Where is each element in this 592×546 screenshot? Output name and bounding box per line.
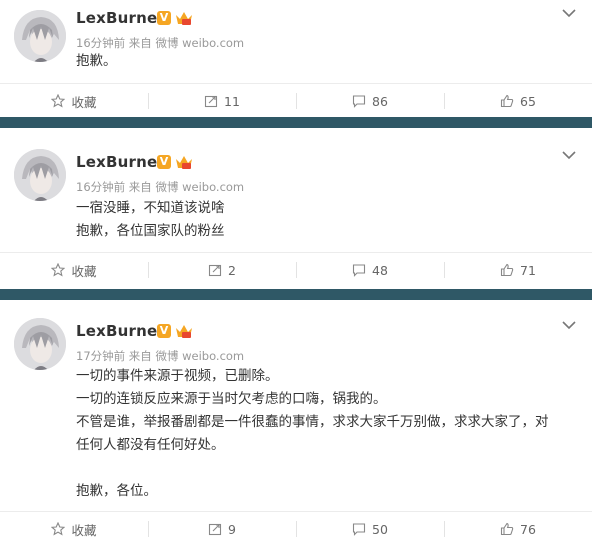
like-button[interactable]: 76 xyxy=(444,512,592,546)
weibo-post-2: LexBurner V 16分钟前 来自 微博 weibo.com 一宿没睡，不… xyxy=(0,128,592,288)
content-line: 任何人都没有任何好处。 xyxy=(76,437,225,453)
chevron-down-icon[interactable] xyxy=(562,8,576,18)
repost-icon xyxy=(204,95,218,108)
verified-v-icon: V xyxy=(157,11,171,25)
post-content: 一切的事件来源于视频，已删除。 一切的连锁反应来源于当时欠考虑的口嗨，锅我的。 … xyxy=(76,365,574,503)
verified-v-icon: V xyxy=(157,155,171,169)
chevron-down-icon[interactable] xyxy=(562,320,576,330)
username[interactable]: LexBurner xyxy=(76,153,165,171)
like-icon xyxy=(500,263,514,277)
comment-button[interactable]: 86 xyxy=(296,84,444,118)
post-meta: 16分钟前 来自 微博 weibo.com xyxy=(76,36,245,50)
avatar[interactable] xyxy=(14,10,66,62)
star-icon xyxy=(51,94,66,108)
post-meta: 16分钟前 来自 微博 weibo.com xyxy=(76,180,245,194)
comment-icon xyxy=(352,95,366,108)
like-icon xyxy=(500,522,514,536)
post-divider xyxy=(0,117,592,128)
content-line: 不管是谁，举报番剧都是一件很蠢的事情，求求大家千万别做，求求大家了，对 xyxy=(76,414,549,430)
content-line: 抱歉，各位国家队的粉丝 xyxy=(76,223,225,239)
avatar[interactable] xyxy=(14,318,66,370)
favorite-button[interactable]: 收藏 xyxy=(0,84,148,118)
repost-button[interactable]: 9 xyxy=(148,512,296,546)
post-content: 一宿没睡，不知道该说啥 抱歉，各位国家队的粉丝 xyxy=(76,197,574,243)
favorite-label: 收藏 xyxy=(71,263,97,279)
star-icon xyxy=(51,263,66,277)
star-icon xyxy=(51,522,66,536)
content-line xyxy=(76,457,574,480)
like-button[interactable]: 65 xyxy=(444,84,592,118)
like-icon xyxy=(500,94,514,108)
like-button[interactable]: 71 xyxy=(444,253,592,287)
favorite-label: 收藏 xyxy=(71,94,97,110)
comment-count: 86 xyxy=(372,93,388,109)
action-bar: 收藏 9 50 76 xyxy=(0,511,592,546)
content-line: 抱歉，各位。 xyxy=(76,483,157,499)
comment-count: 48 xyxy=(372,262,388,278)
content-line: 一切的连锁反应来源于当时欠考虑的口嗨，锅我的。 xyxy=(76,391,387,407)
post-content: 抱歉。 xyxy=(76,50,574,73)
like-count: 65 xyxy=(520,93,536,109)
repost-button[interactable]: 2 xyxy=(148,253,296,287)
chevron-down-icon[interactable] xyxy=(562,150,576,160)
action-bar: 收藏 11 86 65 xyxy=(0,83,592,118)
post-divider xyxy=(0,289,592,300)
comment-icon xyxy=(352,264,366,277)
username[interactable]: LexBurner xyxy=(76,9,165,27)
like-count: 71 xyxy=(520,262,536,278)
action-bar: 收藏 2 48 71 xyxy=(0,252,592,287)
favorite-button[interactable]: 收藏 xyxy=(0,253,148,287)
repost-button[interactable]: 11 xyxy=(148,84,296,118)
vip-crown-icon xyxy=(176,156,192,169)
comment-count: 50 xyxy=(372,521,388,537)
weibo-post-3: LexBurner V 17分钟前 来自 微博 weibo.com 一切的事件来… xyxy=(0,300,592,543)
comment-icon xyxy=(352,523,366,536)
repost-count: 2 xyxy=(228,262,236,278)
vip-crown-icon xyxy=(176,12,192,25)
verified-v-icon: V xyxy=(157,324,171,338)
vip-crown-icon xyxy=(176,325,192,338)
avatar[interactable] xyxy=(14,149,66,201)
like-count: 76 xyxy=(520,521,536,537)
post-meta: 17分钟前 来自 微博 weibo.com xyxy=(76,349,245,363)
repost-icon xyxy=(208,264,222,277)
comment-button[interactable]: 48 xyxy=(296,253,444,287)
repost-count: 11 xyxy=(224,93,240,109)
repost-icon xyxy=(208,523,222,536)
content-line: 一宿没睡，不知道该说啥 xyxy=(76,200,225,216)
weibo-post-1: LexBurner V 16分钟前 来自 微博 weibo.com 抱歉。 收藏… xyxy=(0,0,592,117)
content-line: 抱歉。 xyxy=(76,53,117,69)
content-line: 一切的事件来源于视频，已删除。 xyxy=(76,368,279,384)
username[interactable]: LexBurner xyxy=(76,322,165,340)
favorite-button[interactable]: 收藏 xyxy=(0,512,148,546)
repost-count: 9 xyxy=(228,521,236,537)
favorite-label: 收藏 xyxy=(71,522,97,538)
comment-button[interactable]: 50 xyxy=(296,512,444,546)
